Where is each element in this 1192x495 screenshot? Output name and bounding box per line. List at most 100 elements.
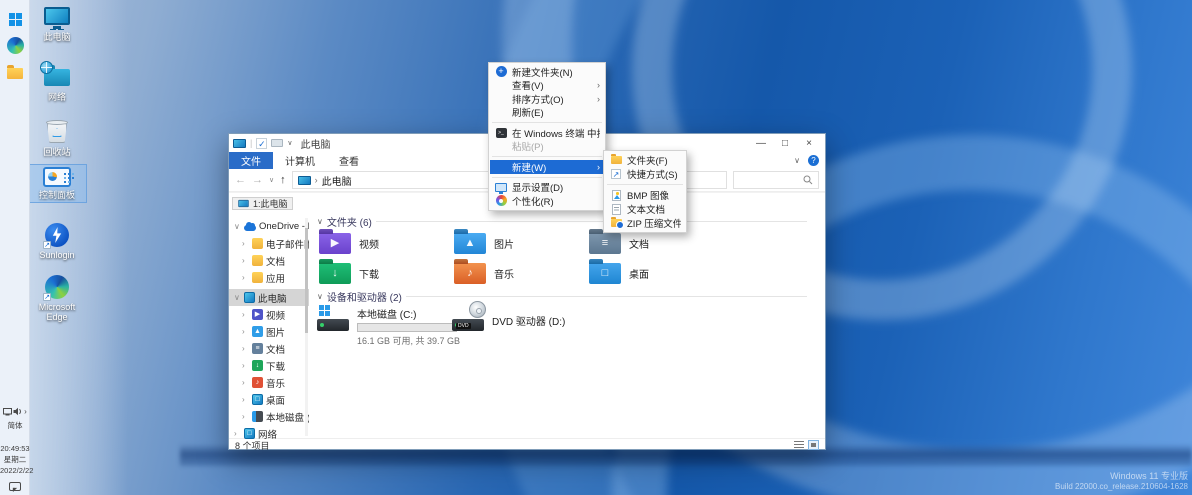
videos-icon: ▶ [252, 309, 263, 320]
speaker-icon[interactable] [13, 407, 23, 416]
chevron-collapsed-icon[interactable]: › [242, 273, 249, 282]
tree-item-desktop[interactable]: › □ 桌面 [229, 391, 309, 408]
tree-item-pictures[interactable]: › ▲ 图片 [229, 323, 309, 340]
help-icon[interactable]: ? [808, 155, 819, 166]
submenu-item-shortcut[interactable]: ↗ 快捷方式(S) [605, 167, 685, 181]
text-document-icon [611, 203, 621, 215]
up-button[interactable]: ↑ [280, 174, 286, 186]
folder-tile-downloads[interactable]: ↓ 下载 [317, 259, 447, 287]
desktop-icon-control-panel[interactable]: 控制面板 [27, 164, 87, 203]
clock-time[interactable]: 20:49:53 [0, 443, 30, 454]
folder-tile-pictures[interactable]: ▲ 图片 [452, 229, 582, 257]
folder-tile-videos[interactable]: ▶ 视频 [317, 229, 447, 257]
folder-tile-documents[interactable]: ≡ 文档 [587, 229, 717, 257]
menu-item-display-settings[interactable]: 显示设置(D) [490, 181, 604, 194]
taskbar-item-edge[interactable] [0, 32, 30, 58]
tree-item-this-pc[interactable]: ∨ 此电脑 [229, 289, 309, 306]
menu-item-open-in-terminal[interactable]: >_在 Windows 终端 中打开 [490, 126, 604, 140]
tab-computer[interactable]: 计算机 [273, 152, 327, 169]
icons-view-button[interactable] [808, 440, 819, 450]
submenu-item-bmp-image[interactable]: BMP 图像 [605, 188, 685, 202]
ribbon-collapse-icon[interactable]: ∨ [794, 156, 800, 165]
chevron-collapsed-icon[interactable]: › [242, 256, 249, 265]
chevron-collapsed-icon[interactable]: › [242, 361, 249, 370]
tray-expand-icon[interactable]: › [24, 407, 27, 416]
drive-tile-local-disk-c[interactable]: 本地磁盘 (C:) 16.1 GB 可用, 共 39.7 GB [317, 305, 460, 347]
chevron-expanded-icon[interactable]: ∨ [234, 222, 241, 231]
search-input[interactable] [733, 171, 819, 189]
tree-item-apps[interactable]: › 应用 [229, 269, 309, 286]
tree-item-videos[interactable]: › ▶ 视频 [229, 306, 309, 323]
clock-date[interactable]: 2022/2/22 [0, 465, 33, 476]
folder-tile-music[interactable]: ♪ 音乐 [452, 259, 582, 287]
disk-usage-bar [357, 323, 457, 332]
forward-button[interactable]: → [252, 174, 263, 186]
drive-tile-dvd[interactable]: DVD DVD 驱动器 (D:) [452, 301, 565, 333]
qat-dropdown-icon[interactable]: ∨ [287, 139, 292, 147]
tree-item-network[interactable]: › □ 网络 [229, 425, 309, 439]
windows-logo-icon [319, 305, 324, 310]
tree-item-email-attachments[interactable]: ›电子邮件附件 [229, 235, 309, 252]
file-list-pane[interactable]: ∨ 文件夹 (6) ▶ 视频 ▲ 图片 ≡ 文档 ↓ 下载 ♪ 音乐 □ 桌面 ∨ 设备和驱… [309, 193, 825, 439]
new-folder-icon[interactable] [271, 139, 284, 147]
menu-item-new-folder[interactable]: + 新建文件夹(N) [490, 65, 604, 79]
chevron-collapsed-icon[interactable]: › [242, 310, 249, 319]
desktop-icon-edge[interactable]: ↗ Microsoft Edge [27, 272, 87, 325]
submenu-item-folder[interactable]: 文件夹(F) [605, 153, 685, 167]
minimize-button[interactable]: — [749, 135, 773, 151]
submenu-item-text-document[interactable]: 文本文档 [605, 202, 685, 216]
menu-item-view[interactable]: 查看(V) › [490, 79, 604, 92]
bmp-image-icon [611, 189, 621, 201]
section-collapse-icon[interactable]: ∨ [317, 217, 323, 226]
ime-indicator[interactable]: 简体 [0, 420, 30, 431]
menu-item-paste[interactable]: 粘贴(P) [490, 140, 604, 153]
menu-item-sort-by[interactable]: 排序方式(O) › [490, 92, 604, 106]
tree-item-downloads[interactable]: › ↓ 下载 [229, 357, 309, 374]
chevron-expanded-icon[interactable]: ∨ [234, 293, 241, 302]
start-button[interactable] [0, 6, 30, 32]
device-icon[interactable] [3, 407, 13, 416]
desktop-icon-recycle-bin[interactable]: 回收站 [27, 116, 87, 160]
tree-item-onedrive[interactable]: ∨OneDrive - Pers [229, 218, 309, 235]
folder-tile-desktop[interactable]: □ 桌面 [587, 259, 717, 287]
tree-item-documents-pc[interactable]: › ≡ 文档 [229, 340, 309, 357]
recent-locations-dropdown-icon[interactable]: ∨ [269, 176, 274, 184]
close-button[interactable]: × [797, 135, 821, 151]
section-collapse-icon[interactable]: ∨ [317, 292, 323, 301]
desktop-icon-sunlogin[interactable]: ↗ Sunlogin [27, 220, 87, 263]
desktop-icon-this-pc[interactable]: 此电脑 [27, 4, 87, 45]
menu-item-personalize[interactable]: 个性化(R) [490, 194, 604, 208]
shortcut-arrow-icon: ↗ [43, 241, 51, 249]
chevron-collapsed-icon[interactable]: › [242, 344, 249, 353]
back-button[interactable]: ← [235, 174, 246, 186]
chevron-collapsed-icon[interactable]: › [242, 412, 249, 421]
tab-file[interactable]: 文件 [229, 152, 273, 169]
tree-item-music[interactable]: › ♪ 音乐 [229, 374, 309, 391]
breadcrumb[interactable]: 此电脑 [322, 173, 352, 188]
menu-item-refresh[interactable]: 刷新(E) [490, 106, 604, 119]
chevron-collapsed-icon[interactable]: › [234, 429, 241, 438]
chevron-collapsed-icon[interactable]: › [242, 239, 249, 248]
folder-icon [252, 272, 263, 283]
scrollbar-thumb[interactable] [305, 228, 308, 333]
tree-item-local-disk-c[interactable]: ›本地磁盘 (C:) [229, 408, 309, 425]
section-header-folders[interactable]: ∨ 文件夹 (6) [317, 214, 807, 229]
sidebar-scrollbar[interactable] [305, 218, 308, 436]
desktop-icon-label: 控制面板 [38, 190, 75, 200]
taskbar-item-file-explorer[interactable] [0, 58, 30, 84]
chevron-collapsed-icon[interactable]: › [242, 378, 249, 387]
notification-center-icon[interactable] [9, 482, 21, 491]
globe-icon [40, 61, 53, 74]
tree-item-documents[interactable]: › 文档 [229, 252, 309, 269]
tab-view[interactable]: 查看 [327, 152, 371, 169]
maximize-button[interactable]: □ [773, 135, 797, 151]
desktop-icon-network[interactable]: 网络 [27, 60, 87, 105]
section-header-devices[interactable]: ∨ 设备和驱动器 (2) [317, 289, 807, 304]
properties-check-icon[interactable]: ✓ [256, 137, 268, 149]
menu-item-new[interactable]: 新建(W) › [490, 160, 604, 174]
submenu-item-zip-file[interactable]: ZIP 压缩文件 [605, 216, 685, 230]
chevron-collapsed-icon[interactable]: › [242, 395, 249, 404]
computer-icon [238, 199, 249, 208]
chevron-collapsed-icon[interactable]: › [242, 327, 249, 336]
details-view-button[interactable] [794, 441, 804, 449]
